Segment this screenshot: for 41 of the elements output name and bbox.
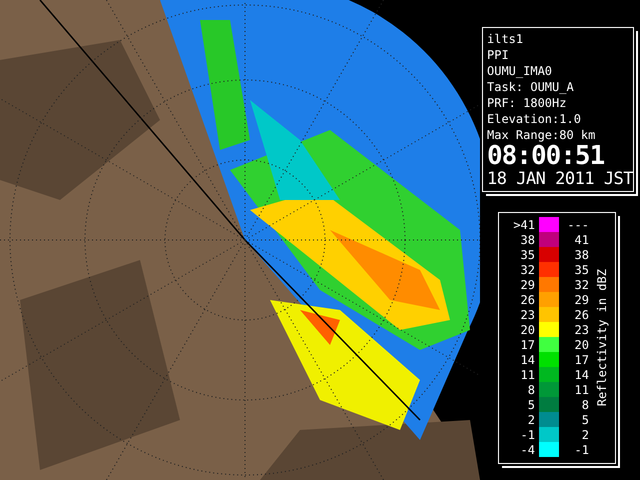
legend-high-label: 8 bbox=[580, 398, 589, 412]
legend-high-label: 2 bbox=[580, 428, 589, 442]
info-line: OUMU_IMA0 bbox=[487, 63, 554, 79]
info-line: Elevation:1.0 bbox=[487, 111, 582, 127]
legend-low-label: -1 bbox=[520, 428, 536, 442]
info-line: Max Range:80 km bbox=[487, 127, 596, 143]
legend-low-label: 23 bbox=[520, 308, 536, 322]
legend-high-label: 23 bbox=[574, 322, 589, 336]
info-line: PPI bbox=[487, 47, 510, 63]
info-line: Task: OUMU_A bbox=[487, 79, 575, 95]
legend-high-label: 26 bbox=[574, 308, 589, 322]
legend-high-label: --- bbox=[566, 218, 589, 232]
legend-low-label: 17 bbox=[520, 338, 536, 352]
legend-high-label: 14 bbox=[574, 368, 589, 382]
legend-low-label: 14 bbox=[520, 352, 536, 366]
info-line: PRF: 1800Hz bbox=[487, 95, 568, 111]
legend-low-label: 26 bbox=[520, 292, 536, 306]
legend-low-label: 20 bbox=[520, 322, 536, 336]
legend-high-label: 32 bbox=[574, 278, 589, 292]
legend-high-label: -1 bbox=[574, 442, 589, 456]
legend-low-label: -4 bbox=[520, 442, 536, 456]
legend-low-label: 2 bbox=[526, 412, 536, 426]
legend-title: Reflectivity in dBZ bbox=[595, 269, 609, 407]
legend-low-label: 38 bbox=[520, 232, 536, 246]
legend-high-label: 35 bbox=[574, 262, 589, 276]
legend-high-label: 29 bbox=[574, 292, 589, 306]
legend-low-label: 5 bbox=[526, 398, 536, 412]
legend-low-label: >41 bbox=[512, 218, 536, 232]
legend-high-label: 38 bbox=[574, 248, 589, 262]
legend-high-label: 17 bbox=[574, 352, 589, 366]
info-line: ilts1 bbox=[487, 31, 524, 47]
legend-low-label: 35 bbox=[520, 248, 536, 262]
legend-low-label: 29 bbox=[520, 278, 536, 292]
legend-high-label: 20 bbox=[574, 338, 589, 352]
legend-high-label: 41 bbox=[574, 232, 589, 246]
legend-high-label: 5 bbox=[580, 412, 589, 426]
legend-high-label: 11 bbox=[574, 382, 589, 396]
legend-low-label: 32 bbox=[520, 262, 536, 276]
legend-low-label: 8 bbox=[526, 382, 536, 396]
time-label: 08:00:51 bbox=[487, 143, 606, 169]
legend-low-label: 11 bbox=[520, 368, 536, 382]
